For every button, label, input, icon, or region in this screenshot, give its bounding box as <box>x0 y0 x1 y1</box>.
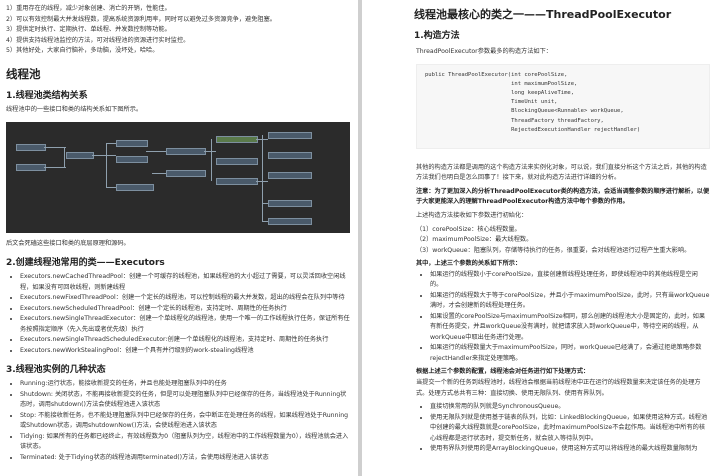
section-class-structure-title: 1.线程池类结构关系 <box>6 90 88 101</box>
paragraph: 其他的构造方法都是调用的这个构造方法来实例化对象，可以说，我们直接分析这个方法之… <box>416 163 707 182</box>
state-item: Shutdown: 关闭状态，不能再接收新提交的任务，但是可以处理阻塞队列中已经… <box>20 390 350 411</box>
diagram-node <box>116 139 148 147</box>
diagram-edge <box>106 142 116 144</box>
relation-list: 如果运行的线程数小于corePoolSize，直接创建新线程处理任务，即使线程池… <box>416 270 710 365</box>
diagram-edge <box>204 150 216 152</box>
relation-item: 如果运行的线程数量大于maximumPoolSize，同时，workQueue已… <box>430 343 710 364</box>
code-line: RejectedExecutionHandler rejectHandler) <box>425 126 641 133</box>
heading-thread-pool: 线程池 <box>6 66 41 81</box>
diagram-edge <box>211 138 212 181</box>
diagram-edge <box>256 180 268 182</box>
relation-item: 如果设置的corePoolSize与maximumPoolSize相同，那么创建… <box>430 312 710 344</box>
state-item: Stop: 不能接收新任务，也不能处理阻塞队列中已经保存的任务，会中断正在处理任… <box>20 411 350 432</box>
diagram-node <box>66 151 94 159</box>
diagram-edge <box>44 166 66 168</box>
diagram-edge <box>262 134 263 221</box>
intro-item: 1）重用存在的线程，减少对象创建、消亡的开销，性能佳。 <box>6 5 171 12</box>
intro-item: 4）提供支持线程池监控的方法，可对线程池的资源进行实时监控。 <box>6 36 190 44</box>
param-item: （3）workQueue：阻塞队列，存储等待执行的任务，很重要，会对线程池运行过… <box>416 246 691 254</box>
config-item: 直接切换常用的队列就是SynchronousQueue。 <box>430 402 710 413</box>
intro-item: 3）提供定时执行、定期执行、单线程、并发数控制等功能。 <box>6 26 171 34</box>
constructor-code-block: public ThreadPoolExecutor(int corePoolSi… <box>416 63 710 149</box>
diagram-node <box>16 143 46 151</box>
states-list: Running:运行状态，能接收新提交的任务，并且也能处理阻塞队列中的任务 Sh… <box>6 379 350 463</box>
diagram-node <box>116 155 148 163</box>
diagram-node <box>268 171 312 179</box>
executors-list: Executors.newCachedThreadPool：创建一个可缓存的线程… <box>6 272 350 356</box>
intro-item: 2）可以有效控制最大并发线程数，提高系统资源利用率，同时可以避免过多资源竞争，避… <box>6 15 276 23</box>
executors-item: Executors.newFixedThreadPool：创建一个定长的线程池，… <box>20 293 350 304</box>
relation-item: 如果运行的线程数大于等于corePoolSize，并且小于maximumPool… <box>430 291 710 312</box>
diagram-edge <box>262 202 268 204</box>
executors-item: Executors.newSingleThreadExecutor：创建一个单线… <box>20 314 350 335</box>
state-item: Tidying: 如果所有的任务都已经终止，有效线程数为0（阻塞队列为空，线程池… <box>20 432 350 453</box>
diagram-node <box>268 131 312 139</box>
intro-item: 5）其他好处，大家自行脑补，多动脑，没坏处，哈哈。 <box>6 47 159 55</box>
state-item: Terminated: 处于Tidying状态的线程池调用terminated(… <box>20 453 350 464</box>
diagram-node <box>268 199 312 207</box>
diagram-edge <box>152 172 166 174</box>
executors-item: Executors.newScheduledThreadPool：创建一个定长的… <box>20 304 350 315</box>
param-item: （2）maximumPoolSize：最大线程数。 <box>416 236 533 244</box>
diagram-edge <box>106 186 116 188</box>
config-item: 使用有界队列使用的是ArrayBlockingQueue，使用这种方式可以将线程… <box>430 444 710 455</box>
section-constructor-title: 1.构造方法 <box>414 31 460 41</box>
right-document-page: 线程池最核心的类之一——ThreadPoolExecutor 1.构造方法 Th… <box>362 0 720 476</box>
diagram-edge <box>64 146 65 167</box>
page-title: 线程池最核心的类之一——ThreadPoolExecutor <box>414 8 672 21</box>
diagram-node <box>216 135 258 143</box>
code-line: TimeUnit unit, <box>425 99 558 106</box>
relation-item: 如果运行的线程数小于corePoolSize，直接创建新线程处理任务，即使线程池… <box>430 270 710 291</box>
diagram-edge <box>106 142 107 187</box>
code-line: long keepAliveTime, <box>425 90 575 96</box>
diagram-node <box>216 177 258 185</box>
paragraph: 上述构造方法接收如下参数进行初始化： <box>416 211 528 219</box>
config-item: 使用无限队列就是使用基于链表的队列，比如：LinkedBlockingQueue… <box>430 413 710 445</box>
section-class-structure-text: 线程池中的一些接口和类的结构关系如下图所示。 <box>6 105 143 113</box>
code-line: ThreadFactory threadFactory, <box>425 117 604 124</box>
config-text: 当提交一个新的任务到线程池时，线程池会根据当前线程池中正在运行的线程数量来决定该… <box>416 379 701 397</box>
section-executors-title: 2.创建线程池常用的类——Executors <box>6 258 165 269</box>
config-title: 根据上述三个参数的配置，线程池会对任务进行如下处理方式： <box>416 368 590 376</box>
diagram-node <box>216 157 258 165</box>
diagram-edge <box>146 150 166 152</box>
section-states-title: 3.线程池实例的几种状态 <box>6 365 106 376</box>
state-item: Running:运行状态，能接收新提交的任务，并且也能处理阻塞队列中的任务 <box>20 379 350 390</box>
diagram-edge <box>44 146 66 148</box>
executors-item: Executors.newSingleThreadScheduledExecut… <box>20 335 350 346</box>
diagram-node <box>166 147 206 155</box>
diagram-node <box>16 163 46 171</box>
diagram-node <box>268 217 312 225</box>
diagram-edge <box>92 154 116 156</box>
note-paragraph: 注意：为了更加深入的分析ThreadPoolExecutor类的构造方法，会适当… <box>416 187 710 206</box>
after-diagram-text: 后文会死磕这些接口和类的底层原理和源码。 <box>6 239 130 247</box>
code-line: BlockingQueue<Runnable> workQueue, <box>425 108 624 115</box>
diagram-edge <box>262 220 268 222</box>
class-structure-diagram <box>6 121 350 233</box>
diagram-node <box>116 183 154 191</box>
config-list: 直接切换常用的队列就是SynchronousQueue。 使用无限队列就是使用基… <box>416 402 710 455</box>
code-line: int maximumPoolSize, <box>425 80 578 87</box>
code-line: public ThreadPoolExecutor(int corePoolSi… <box>425 71 568 78</box>
left-document-page: 1）重用存在的线程，减少对象创建、消亡的开销，性能佳。 2）可以有效控制最大并发… <box>0 0 358 476</box>
diagram-node <box>268 151 312 159</box>
param-item: （1）corePoolSize：核心线程数量。 <box>416 225 521 233</box>
diagram-node <box>166 169 206 177</box>
executors-item: Executors.newCachedThreadPool：创建一个可缓存的线程… <box>20 272 350 293</box>
executors-item: Executors.newWorkStealingPool：创建一个具有并行级别… <box>20 346 350 357</box>
section-constructor-text: ThreadPoolExecutor参数最多的构造方法如下： <box>416 48 552 55</box>
relation-title: 其中，上述三个参数的关系如下所示： <box>416 260 522 268</box>
